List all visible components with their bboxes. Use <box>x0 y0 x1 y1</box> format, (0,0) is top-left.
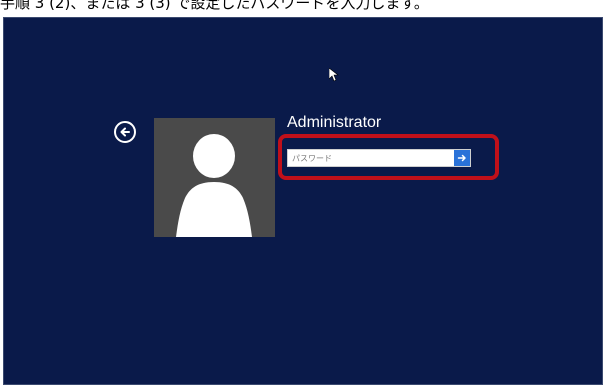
page: 手順 3 (2)、または 3 (3) で設定したパスワードを入力します。 Adm… <box>0 0 606 387</box>
arrow-right-icon <box>457 154 466 162</box>
back-arrow-icon <box>120 127 130 137</box>
username-label: Administrator <box>287 114 382 131</box>
password-input[interactable] <box>288 150 454 166</box>
avatar <box>154 118 275 237</box>
mouse-pointer-icon <box>329 68 339 82</box>
user-silhouette-icon <box>176 134 252 237</box>
submit-button[interactable] <box>454 150 470 166</box>
password-field <box>287 149 471 167</box>
back-button[interactable] <box>114 121 136 143</box>
lock-screen: Administrator <box>3 17 603 385</box>
instruction-caption: 手順 3 (2)、または 3 (3) で設定したパスワードを入力します。 <box>0 0 429 12</box>
